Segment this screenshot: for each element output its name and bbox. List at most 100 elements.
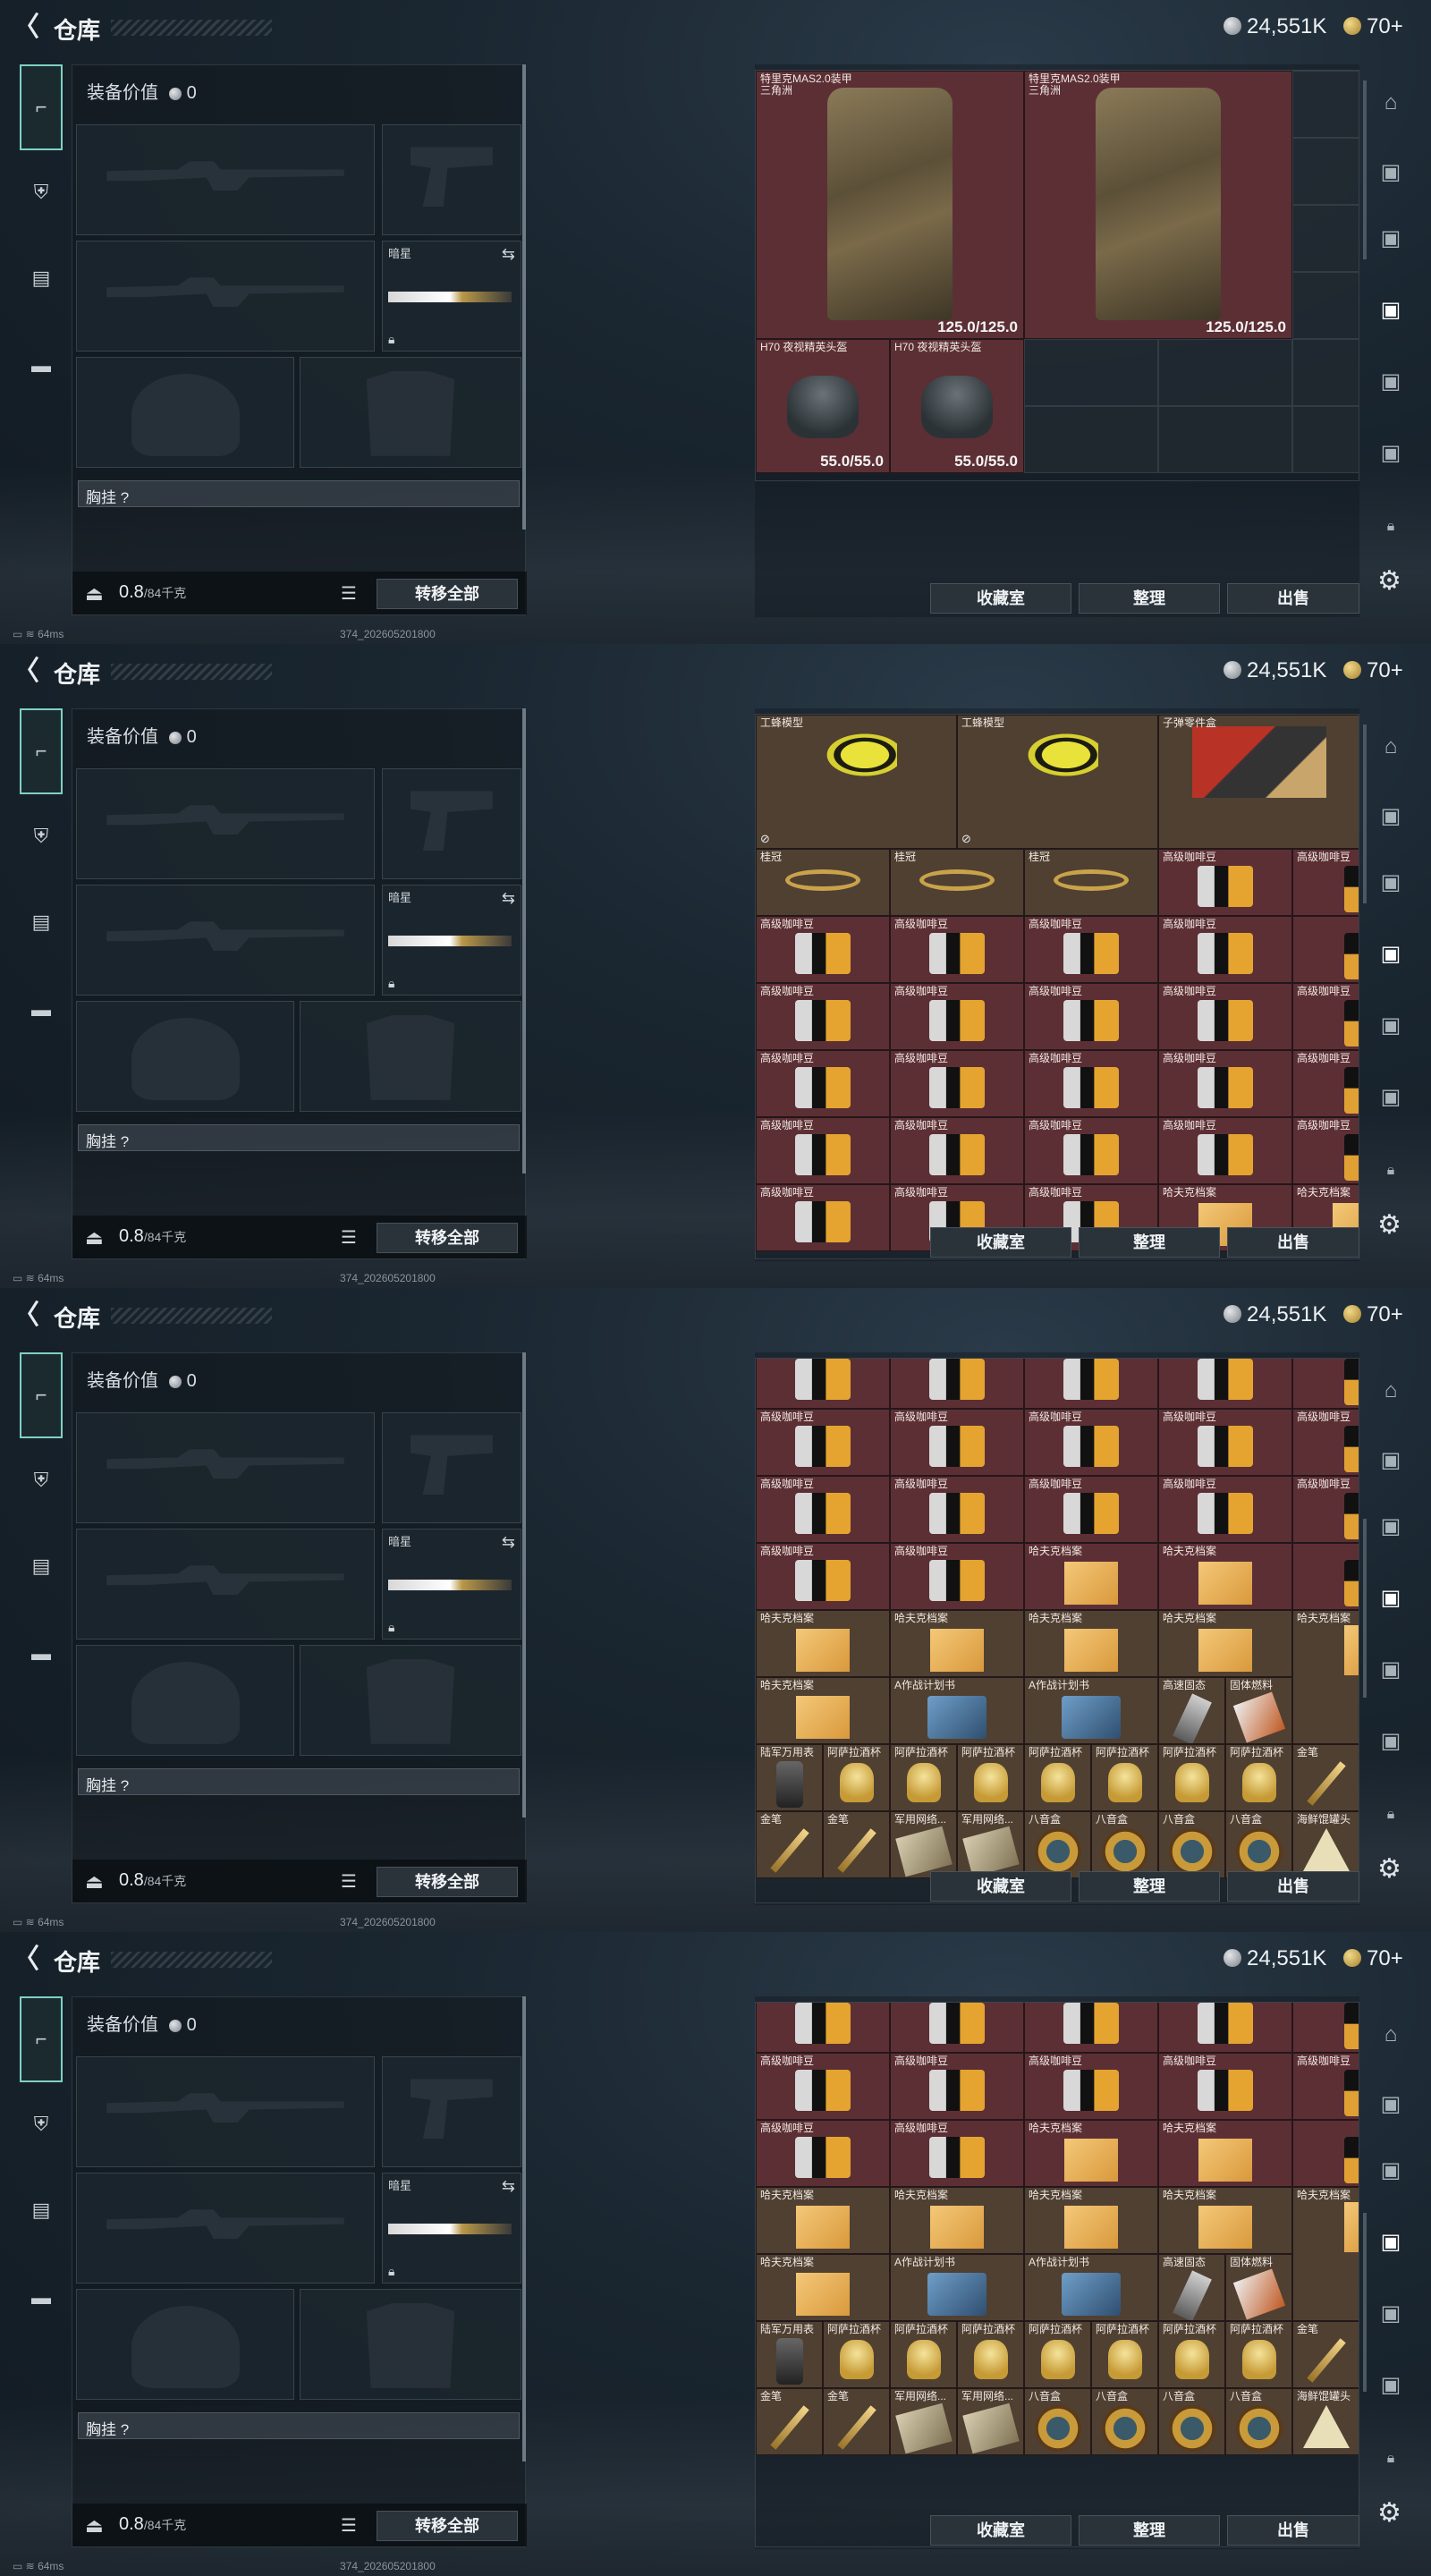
empty-cell[interactable] (1292, 406, 1359, 473)
stash-item[interactable]: 哈夫克档案 (1158, 2120, 1292, 2188)
stash-item[interactable] (756, 2003, 890, 2054)
stash-item[interactable]: 高级咖啡豆 (890, 1543, 1024, 1611)
empty-cell[interactable] (1292, 71, 1359, 138)
silver-currency[interactable]: 24,551K (1224, 658, 1326, 683)
stash-page-selected-icon[interactable]: ▣ (1376, 1583, 1406, 1614)
stash-item[interactable]: 高级咖啡豆 (890, 1050, 1024, 1117)
stash-page-icon[interactable]: ▣ (1376, 1655, 1406, 1685)
empty-cell[interactable] (1158, 339, 1292, 406)
secondary-weapon-slot[interactable] (76, 1529, 375, 1640)
stash-item[interactable]: 高级咖啡豆 (1024, 1476, 1158, 1544)
sell-button[interactable]: 出售 (1227, 1871, 1359, 1902)
stash-item[interactable]: 高级咖啡豆 (756, 1409, 890, 1477)
stash-item[interactable]: 海鲜馄罐头 (1292, 2388, 1359, 2456)
stash-item[interactable]: 高级咖啡豆 (1292, 1409, 1359, 1477)
vault-icon[interactable]: ⌂ (1376, 88, 1406, 118)
back-icon[interactable]: 〈 (13, 1302, 39, 1329)
stash-item[interactable] (1158, 1359, 1292, 1410)
stash-item[interactable]: 高级咖啡豆 (756, 2053, 890, 2121)
stash-item[interactable]: 阿萨拉酒杯 (890, 1744, 957, 1812)
stash-page-icon[interactable]: ▣ (1376, 2299, 1406, 2329)
gold-currency[interactable]: 70+ (1343, 14, 1403, 39)
stash-item[interactable] (1158, 2003, 1292, 2054)
stash-item[interactable]: 高级咖啡豆 (1158, 1050, 1292, 1117)
stash-item[interactable]: 子弹零件盒 (1158, 715, 1359, 849)
sort-button[interactable]: 整理 (1079, 1871, 1220, 1902)
loadout-scrollbar[interactable] (522, 1352, 526, 1818)
stash-item[interactable]: A作战计划书 (1024, 1677, 1158, 1745)
stash-item[interactable]: 军用网络... (890, 1811, 957, 1879)
stash-item[interactable] (1292, 2120, 1359, 2188)
stash-item[interactable]: 高级咖啡豆 (756, 1117, 890, 1184)
chest-rig-bar[interactable]: 胸挂 ? (78, 480, 520, 507)
silver-currency[interactable]: 24,551K (1224, 1302, 1326, 1327)
chest-rig-bar[interactable]: 胸挂 ? (78, 1768, 520, 1795)
stash-item[interactable]: 高速固态 (1158, 2254, 1225, 2322)
stash-item[interactable] (1292, 1543, 1359, 1611)
stash-item[interactable]: 高级咖啡豆 (1024, 1117, 1158, 1184)
stash-item[interactable]: 金笔 (823, 2388, 890, 2456)
primary-weapon-slot[interactable] (76, 2056, 375, 2167)
empty-cell[interactable] (1292, 205, 1359, 272)
stash-page-selected-icon[interactable]: ▣ (1376, 939, 1406, 970)
sell-button[interactable]: 出售 (1227, 583, 1359, 614)
stash-item[interactable]: 阿萨拉酒杯 (1024, 1744, 1091, 1812)
stash-item[interactable]: 高速固态 (1158, 1677, 1225, 1745)
stash-item[interactable]: 哈夫克档案 (756, 1677, 890, 1745)
stash-item[interactable]: 高级咖啡豆 (1024, 1050, 1158, 1117)
stash-item[interactable]: 高级咖啡豆 (756, 983, 890, 1050)
stash-page-icon[interactable]: ▣ (1376, 367, 1406, 397)
list-icon[interactable]: ☰ (341, 582, 357, 605)
stash-item[interactable]: 陆军万用表 (756, 2321, 823, 2389)
stash-item[interactable] (1292, 2003, 1359, 2054)
tab-weapons[interactable]: ⌐ (20, 1996, 63, 2082)
stash-item[interactable]: 高级咖啡豆 (1158, 1117, 1292, 1184)
stash-item[interactable]: 高级咖啡豆 (1292, 1476, 1359, 1544)
armor-slot[interactable] (300, 1645, 521, 1756)
stash-item[interactable]: 高级咖啡豆 (1292, 983, 1359, 1050)
stash-page-icon[interactable]: ▣ (1376, 1726, 1406, 1757)
stash-item[interactable] (890, 1359, 1024, 1410)
vault-icon[interactable]: ⌂ (1376, 732, 1406, 762)
stash-page-icon[interactable]: ▣ (1376, 868, 1406, 898)
collection-room-button[interactable]: 收藏室 (930, 1227, 1071, 1258)
sell-button[interactable]: 出售 (1227, 2515, 1359, 2546)
stash-item[interactable]: 高级咖啡豆 (1158, 2053, 1292, 2121)
stash-item[interactable]: 哈夫克档案 (756, 2254, 890, 2322)
stash-item[interactable]: 八音盒 (1158, 2388, 1225, 2456)
stash-item[interactable]: 哈夫克档案 (1292, 2187, 1359, 2322)
stash-item[interactable]: 哈夫克档案 (756, 2187, 890, 2255)
armor-slot[interactable] (300, 2289, 521, 2400)
collection-room-button[interactable]: 收藏室 (930, 583, 1071, 614)
stash-item[interactable]: 阿萨拉酒杯 (1225, 2321, 1292, 2389)
list-icon[interactable]: ☰ (341, 2514, 357, 2537)
transfer-all-button[interactable]: 转移全部 (377, 579, 518, 609)
tab-weapons[interactable]: ⌐ (20, 1352, 63, 1438)
stash-item[interactable]: 陆军万用表 (756, 1744, 823, 1812)
armor-slot[interactable] (300, 357, 521, 468)
stash-item[interactable]: 金笔 (1292, 1744, 1359, 1812)
helmet-slot[interactable] (76, 2289, 294, 2400)
pistol-slot[interactable] (382, 1412, 521, 1523)
stash-item[interactable]: 军用网络... (957, 2388, 1024, 2456)
stash-item[interactable]: 高级咖啡豆 (1292, 2053, 1359, 2121)
stash-item[interactable]: 八音盒 (1024, 2388, 1091, 2456)
secondary-weapon-slot[interactable] (76, 2173, 375, 2284)
stash-page-icon[interactable]: ▣ (1376, 157, 1406, 188)
stash-item[interactable] (890, 2003, 1024, 2054)
stash-item[interactable]: 阿萨拉酒杯 (1024, 2321, 1091, 2389)
helmet-slot[interactable] (76, 1645, 294, 1756)
stash-item[interactable]: 高级咖啡豆 (1158, 1409, 1292, 1477)
tab-armor[interactable]: ⛨ (20, 2102, 63, 2147)
tab-clipboard[interactable]: ▤ (20, 1544, 63, 1589)
tab-case[interactable]: ▬ (20, 343, 63, 388)
stash-item[interactable]: 金笔 (1292, 2321, 1359, 2389)
stash-item[interactable]: 海鲜馄罐头 (1292, 1811, 1359, 1879)
empty-cell[interactable] (1292, 138, 1359, 205)
loadout-scrollbar[interactable] (522, 708, 526, 1174)
stash-page-icon[interactable]: ▣ (1376, 2156, 1406, 2186)
tab-armor[interactable]: ⛨ (20, 814, 63, 859)
stash-item[interactable]: 高级咖啡豆 (1158, 916, 1292, 983)
stash-item[interactable]: 高级咖啡豆 (890, 983, 1024, 1050)
stash-item[interactable]: 高级咖啡豆 (756, 916, 890, 983)
